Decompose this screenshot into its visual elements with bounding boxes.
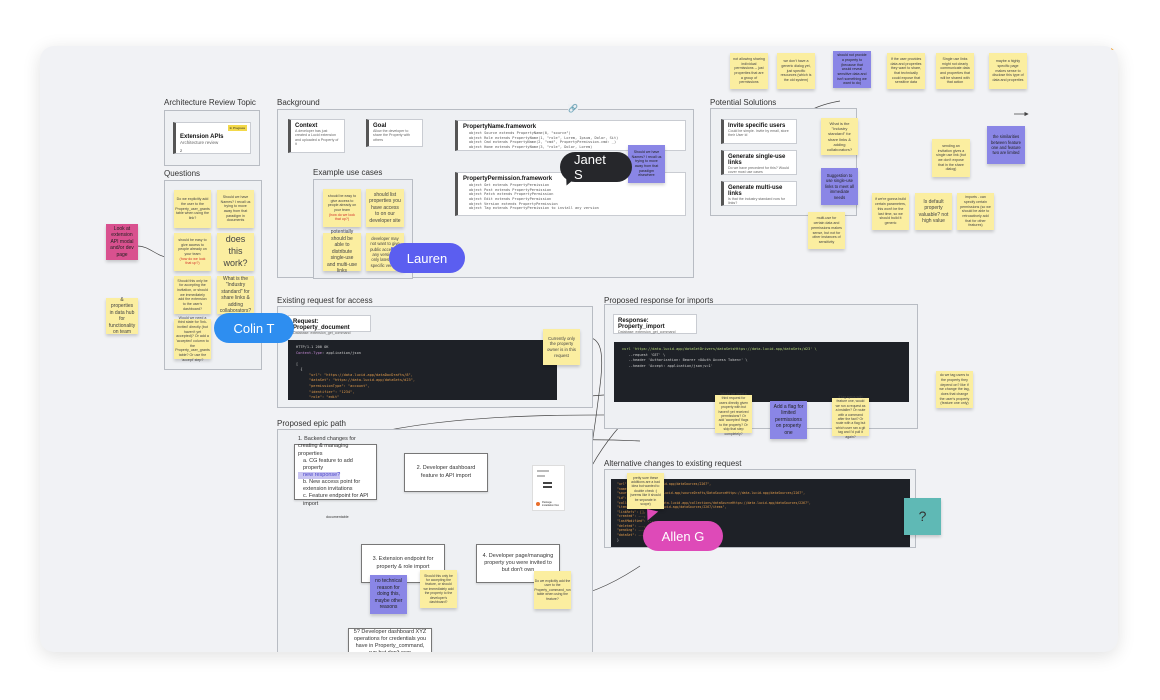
section-title-existing-request: Existing request for access [277, 296, 373, 305]
epic-purple-sticky[interactable]: no technical reason for doing this, mayb… [370, 575, 407, 614]
section-title-background: Background [277, 98, 320, 107]
right-sticky-note[interactable]: Is default property valuable? not high v… [915, 193, 952, 230]
existing-request-frame: Request: Property_document Database: ext… [277, 306, 593, 408]
right-sticky-note[interactable]: if we're gonna build certain parameters,… [872, 193, 909, 230]
alternative-sticky[interactable]: pretty sure these additions are a bad id… [627, 473, 664, 509]
whiteboard-canvas[interactable]: Architecture Review Topic In Progress Ex… [40, 46, 1118, 652]
right-sticky-note[interactable]: sending an invitation gives a single use… [932, 139, 970, 177]
solution-card[interactable]: Generate single-use links Do we have pre… [721, 150, 797, 175]
question-sticky[interactable]: does this work? [217, 233, 254, 271]
link-icon[interactable]: 🔗 [568, 104, 578, 114]
use-case-sticky[interactable]: should be easy to give access to people … [323, 189, 361, 227]
section-title-arch-review: Architecture Review Topic [164, 98, 256, 107]
response-card[interactable]: Response: Property_import Database: exte… [613, 314, 697, 334]
section-title-alternative: Alternative changes to existing request [604, 459, 742, 468]
status-badge: In Progress [227, 125, 247, 131]
epic-step-5[interactable]: 5? Developer dashboard XYZ operations fo… [348, 628, 432, 652]
collaborator-cursor-janet: Janet S [560, 152, 632, 182]
epic-step-1[interactable]: 1. Backend changes for creating & managi… [294, 436, 377, 507]
pink-sticky-note[interactable]: Look at extension API modal and/or dev p… [106, 224, 138, 260]
top-sticky-note[interactable]: not allowing sharing individual permissi… [730, 53, 768, 89]
section-title-questions: Questions [164, 169, 201, 178]
purple-sticky-note[interactable]: the similarities between feature one and… [987, 126, 1025, 164]
section-title-potential-solutions: Potential Solutions [710, 98, 777, 107]
goal-card[interactable]: Goal Allow the developer to share the Pr… [366, 119, 423, 147]
epic-sticky[interactable]: Do we explicitly add the user to the Pro… [534, 571, 571, 609]
purple-sticky-note[interactable]: Should we have Names? I recall us trying… [628, 145, 665, 183]
package-icon [536, 502, 540, 506]
epic-sticky[interactable]: Should this only be for accepting the fe… [420, 570, 457, 608]
topic-count: 2 [180, 147, 183, 153]
question-teal-sticky[interactable]: ? [904, 498, 941, 535]
status-dot-icon [1111, 46, 1115, 50]
collaborator-cursor-allen: Allen G [643, 521, 723, 551]
edge-label: documentable [326, 515, 349, 519]
context-card[interactable]: Context A developer has just created a L… [288, 119, 345, 153]
collaborator-cursor-colin: Colin T [214, 313, 294, 343]
top-sticky-note[interactable]: If the user provides data and properties… [887, 53, 925, 89]
solution-card[interactable]: Invite specific users Could be simple. I… [721, 119, 797, 144]
top-sticky-note[interactable]: maybe a highly specific page makes sense… [989, 53, 1027, 89]
question-sticky[interactable]: should be easy to give access to people … [174, 233, 211, 271]
proposed-response-frame: Response: Property_import Database: exte… [604, 304, 918, 439]
response-sticky[interactable]: If tag syncs with feature one, would we … [832, 395, 869, 439]
question-sticky[interactable]: Should we have Names? I recall us trying… [217, 190, 254, 228]
yellow-sticky-note[interactable]: & properties in data hub for functionali… [106, 297, 138, 335]
topic-card[interactable]: In Progress Extension APIs Architecture … [173, 122, 251, 154]
solution-card[interactable]: Generate multi-use links Is that the ind… [721, 181, 797, 206]
top-purple-sticky[interactable]: should not provide a property to (becaus… [833, 51, 871, 88]
request-card[interactable]: Request: Property_document Database: ext… [288, 315, 371, 335]
question-sticky[interactable]: What is the "Industry standard" for shar… [217, 276, 254, 314]
right-sticky-note[interactable]: imports - can specify certain permission… [957, 193, 994, 230]
question-sticky[interactable]: Would we need a third state for 'link-in… [174, 316, 211, 362]
section-title-use-cases: Example use cases [313, 168, 383, 177]
epic-step-2[interactable]: 2. Developer dashboard feature to API im… [404, 453, 488, 492]
epic-path-frame: 1. Backend changes for creating & managi… [277, 429, 593, 652]
request-code-block[interactable]: HTTP/1.1 200 OK Content-Type: applicatio… [288, 340, 557, 400]
question-sticky[interactable]: Should this only be for accepting the in… [174, 276, 211, 314]
section-title-epic-path: Proposed epic path [277, 419, 346, 428]
response-sticky[interactable]: Would we need a third request for users … [715, 392, 752, 436]
top-sticky-note[interactable]: Single use links might not clearly commu… [936, 53, 974, 89]
topic-subtitle: Architecture review [180, 140, 219, 145]
right-sticky-note[interactable]: do we tag users to the property they dep… [936, 371, 973, 408]
solution-sticky[interactable]: What is the "Industry standard" for shar… [821, 118, 858, 155]
arch-review-frame: In Progress Extension APIs Architecture … [164, 110, 260, 166]
suggestion-sticky[interactable]: Suggestion to use single-use links to me… [821, 168, 858, 205]
flow-thumbnail[interactable]: Package installation flow [532, 465, 565, 511]
use-case-sticky[interactable]: should list properties you have access t… [366, 189, 404, 227]
background-frame: 🔗 Context A developer has just created a… [277, 104, 694, 279]
collaborator-cursor-lauren: Lauren [389, 243, 465, 273]
top-sticky-note[interactable]: we don't have a generic dialog yet, just… [777, 53, 815, 89]
request-sticky[interactable]: Currently only the property owner is in … [543, 329, 580, 365]
response-purple-sticky[interactable]: Add a flag for limited permissions on pr… [770, 401, 807, 439]
solution-sticky[interactable]: multi-use for certain data and permissio… [808, 212, 845, 249]
use-case-sticky[interactable]: potentially should be able to distribute… [323, 229, 361, 274]
response-code-block[interactable]: curl 'https://data.lucid.app/dataSetDriv… [614, 342, 909, 402]
question-sticky[interactable]: Do we explicitly add the user to the Pro… [174, 190, 211, 228]
